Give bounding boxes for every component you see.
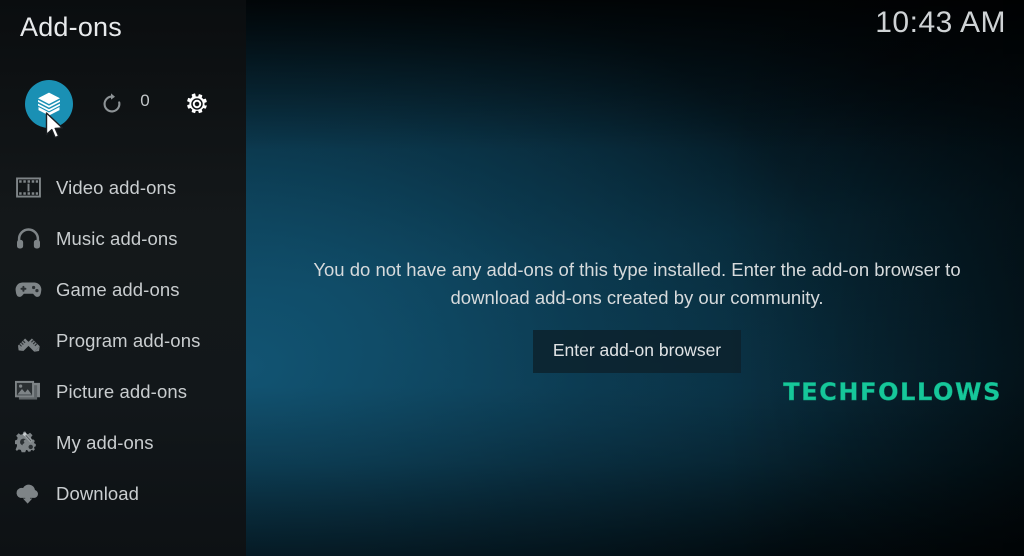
sidebar: Add-ons 0 Video add-ons Music add-ons Ga…	[0, 0, 246, 556]
headphones-icon	[11, 224, 45, 254]
sidebar-item-label: Program add-ons	[56, 329, 201, 351]
sidebar-item-program-addons[interactable]: Program add-ons	[0, 315, 246, 366]
main-content-panel: 10:43 AM You do not have any add-ons of …	[246, 0, 1024, 556]
sidebar-item-download[interactable]: Download	[0, 468, 246, 519]
check-updates-button[interactable]	[95, 88, 129, 120]
sidebar-item-game-addons[interactable]: Game add-ons	[0, 264, 246, 315]
sidebar-item-my-addons[interactable]: My add-ons	[0, 417, 246, 468]
empty-state: You do not have any add-ons of this type…	[270, 256, 1004, 373]
gears-tool-icon	[11, 428, 45, 458]
sidebar-item-label: My add-ons	[56, 431, 154, 453]
addon-box-icon	[38, 92, 60, 116]
sidebar-menu: Video add-ons Music add-ons Game add-ons…	[0, 162, 246, 519]
sidebar-item-picture-addons[interactable]: Picture add-ons	[0, 366, 246, 417]
sidebar-item-label: Picture add-ons	[56, 380, 188, 402]
watermark-techfollows: TECHFOLLOWS	[783, 378, 1002, 406]
sidebar-item-music-addons[interactable]: Music add-ons	[0, 213, 246, 264]
page-title: Add-ons	[20, 12, 122, 42]
sidebar-item-video-addons[interactable]: Video add-ons	[0, 162, 246, 213]
clock: 10:43 AM	[875, 6, 1006, 39]
gamepad-icon	[11, 275, 45, 305]
sidebar-item-label: Download	[56, 482, 140, 504]
empty-state-message: You do not have any add-ons of this type…	[313, 259, 961, 308]
update-count: 0	[140, 91, 150, 110]
sidebar-item-label: Video add-ons	[56, 176, 177, 198]
addon-browser-icon-button[interactable]	[25, 80, 73, 128]
film-strip-icon	[11, 173, 45, 203]
sidebar-item-label: Music add-ons	[56, 227, 178, 249]
pencil-ruler-icon	[11, 326, 45, 356]
settings-gear-icon	[187, 93, 207, 114]
settings-button[interactable]	[180, 88, 214, 120]
sidebar-item-label: Game add-ons	[56, 278, 180, 300]
kodi-addons-screen: 10:43 AM You do not have any add-ons of …	[0, 0, 1024, 556]
download-cloud-icon	[11, 479, 45, 509]
refresh-icon	[103, 93, 121, 113]
enter-addon-browser-button[interactable]: Enter add-on browser	[532, 330, 742, 373]
picture-icon	[11, 377, 45, 407]
